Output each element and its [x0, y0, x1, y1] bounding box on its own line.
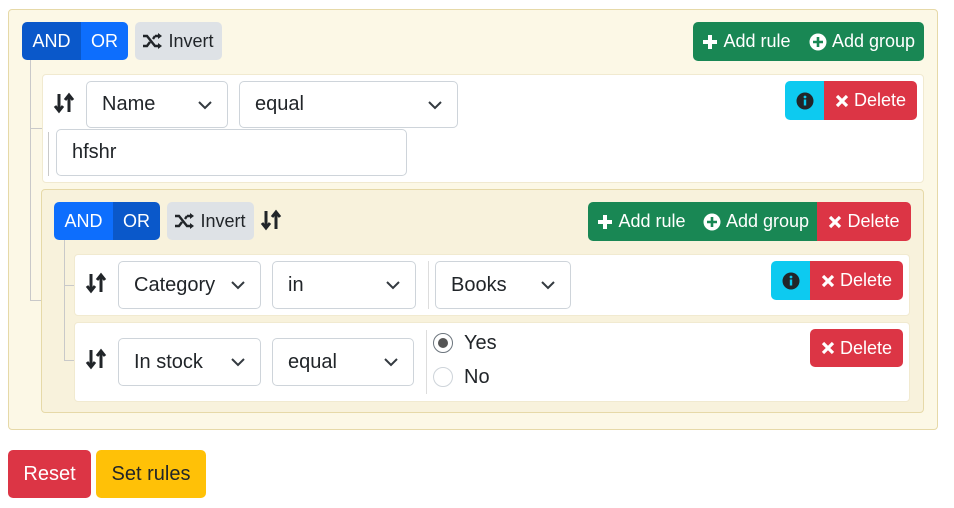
delete-label: Delete: [839, 337, 893, 358]
chevron-down-icon: [198, 100, 212, 109]
delete-rule-button[interactable]: Delete: [810, 261, 903, 300]
drag-sort-icon[interactable]: [53, 92, 75, 114]
inner-connector-tick-1: [64, 285, 74, 286]
drag-sort-icon[interactable]: [85, 272, 107, 294]
add-group-button[interactable]: Add group: [800, 22, 924, 61]
field-select[interactable]: In stock: [118, 338, 261, 386]
invert-label: Invert: [168, 30, 214, 51]
and-combinator-button[interactable]: AND: [22, 22, 81, 60]
chevron-down-icon: [231, 281, 245, 290]
chevron-down-icon: [386, 281, 400, 290]
inner-connector-line: [64, 240, 65, 360]
operator-select[interactable]: in: [272, 261, 416, 309]
close-icon: [835, 94, 849, 107]
chevron-down-icon: [384, 358, 398, 367]
delete-rule-button[interactable]: Delete: [810, 329, 903, 367]
inner-connector-tick-2: [64, 360, 74, 361]
value-input[interactable]: hfshr: [56, 129, 407, 176]
inner-add-group-button[interactable]: Add group: [695, 202, 817, 241]
drag-sort-icon[interactable]: [260, 209, 282, 231]
value-divider: [426, 330, 427, 394]
inner-add-group-label: Add group: [725, 211, 810, 231]
plus-icon: [598, 214, 613, 229]
delete-label: Delete: [853, 90, 907, 110]
outer-connector-tick-1: [30, 128, 42, 129]
operator-select-value: in: [288, 273, 304, 296]
set-rules-button[interactable]: Set rules: [96, 450, 206, 498]
field-select-value: In stock: [134, 350, 203, 373]
delete-group-label: Delete: [847, 211, 900, 231]
rule-1-side-line: [48, 132, 49, 176]
field-select[interactable]: Category: [118, 261, 261, 309]
plus-icon: [703, 34, 718, 49]
drag-sort-icon[interactable]: [85, 348, 107, 370]
operator-select[interactable]: equal: [272, 338, 414, 386]
close-icon: [821, 341, 835, 355]
inner-and-combinator-button[interactable]: AND: [54, 202, 113, 240]
add-group-label: Add group: [831, 31, 916, 51]
info-button[interactable]: [785, 81, 824, 120]
radio-yes[interactable]: Yes: [433, 331, 497, 355]
operator-select[interactable]: equal: [239, 81, 458, 128]
inner-add-rule-button[interactable]: Add rule: [588, 202, 695, 241]
inner-invert-label: Invert: [200, 210, 246, 231]
radio-no-input[interactable]: [433, 367, 453, 387]
shuffle-icon: [175, 213, 195, 229]
radio-no[interactable]: No: [433, 365, 490, 389]
radio-yes-input[interactable]: [433, 333, 453, 353]
field-select-value: Category: [134, 273, 216, 296]
invert-button[interactable]: Invert: [135, 22, 222, 60]
info-icon: [796, 92, 813, 109]
close-icon: [821, 274, 835, 287]
field-select[interactable]: Name: [86, 81, 228, 128]
close-icon: [829, 215, 842, 228]
operator-select-value: equal: [255, 93, 304, 115]
plus-circle-icon: [809, 33, 827, 50]
chevron-down-icon: [541, 281, 555, 290]
value-divider: [428, 261, 429, 309]
radio-yes-label: Yes: [464, 331, 497, 354]
info-button[interactable]: [771, 261, 810, 300]
inner-add-rule-label: Add rule: [618, 211, 686, 231]
field-select-value: Name: [102, 93, 156, 115]
add-rule-button[interactable]: Add rule: [693, 22, 800, 61]
shuffle-icon: [143, 33, 163, 49]
value-input-text: hfshr: [72, 141, 117, 163]
or-combinator-button[interactable]: OR: [81, 22, 128, 60]
chevron-down-icon: [428, 100, 442, 109]
inner-or-combinator-button[interactable]: OR: [113, 202, 160, 240]
reset-button[interactable]: Reset: [8, 450, 91, 498]
operator-select-value: equal: [288, 350, 337, 373]
delete-group-button[interactable]: Delete: [817, 202, 911, 241]
radio-no-label: No: [464, 365, 490, 388]
info-icon: [782, 272, 799, 289]
value-select[interactable]: Books: [435, 261, 571, 309]
value-select-value: Books: [451, 273, 507, 296]
delete-label: Delete: [839, 270, 893, 290]
chevron-down-icon: [231, 358, 245, 367]
plus-circle-icon: [703, 213, 721, 230]
delete-rule-button[interactable]: Delete: [824, 81, 917, 120]
inner-invert-button[interactable]: Invert: [167, 202, 254, 240]
add-rule-label: Add rule: [723, 31, 791, 51]
outer-connector-line: [30, 60, 31, 300]
